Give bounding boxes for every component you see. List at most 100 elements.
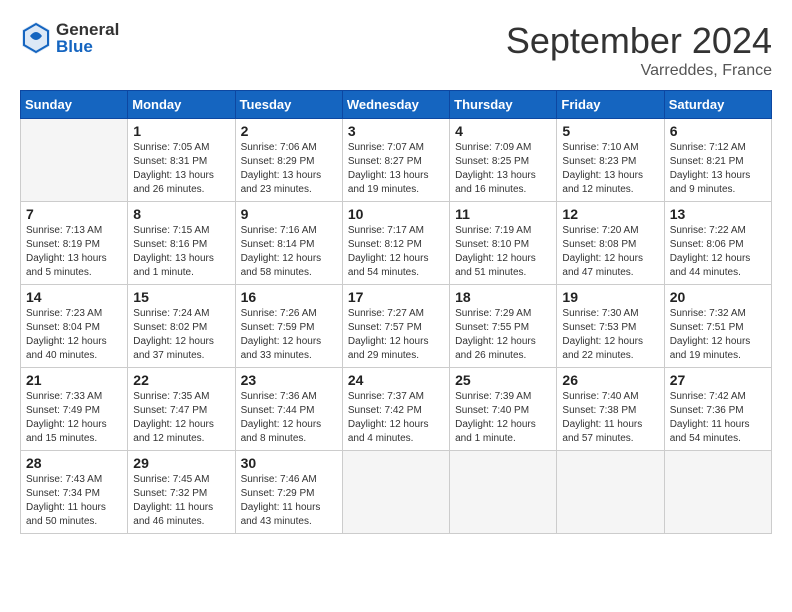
day-number: 18 [455,289,551,305]
calendar-day: 19Sunrise: 7:30 AM Sunset: 7:53 PM Dayli… [557,285,664,368]
calendar-day: 27 Sunrise: 7:42 AM Sunset: 7:36 PM Dayli… [664,368,771,451]
day-number: 21 [26,372,122,388]
calendar-day: 30 Sunrise: 7:46 AM Sunset: 7:29 PM Dayli… [235,451,342,534]
calendar-day: 1 Sunrise: 7:05 AM Sunset: 8:31 PM Daylig… [128,119,235,202]
weekday-header: Sunday [21,91,128,119]
calendar-day [664,451,771,534]
day-number: 12 [562,206,658,222]
calendar-day: 10 Sunrise: 7:17 AM Sunset: 8:12 PM Dayli… [342,202,449,285]
day-number: 4 [455,123,551,139]
day-info: Sunrise: 7:43 AM Sunset: 7:34 PM Dayligh… [26,473,122,529]
weekday-header: Monday [128,91,235,119]
day-info: Sunrise: 7:12 AM Sunset: 8:21 PM Dayligh… [670,141,766,197]
day-info: Sunrise: 7:07 AM Sunset: 8:27 PM Dayligh… [348,141,444,197]
calendar-day: 5 Sunrise: 7:10 AM Sunset: 8:23 PM Daylig… [557,119,664,202]
calendar-day: 18 Sunrise: 7:29 AM Sunset: 7:55 PM Dayli… [450,285,557,368]
day-number: 17 [348,289,444,305]
calendar-day: 17 Sunrise: 7:27 AM Sunset: 7:57 PM Dayli… [342,285,449,368]
day-number: 22 [133,372,229,388]
day-number: 26 [562,372,658,388]
day-info: Sunrise: 7:35 AM Sunset: 7:47 PM Dayligh… [133,390,229,446]
calendar-day: 25Sunrise: 7:39 AM Sunset: 7:40 PM Dayli… [450,368,557,451]
logo-blue: Blue [56,38,119,55]
calendar-body: 1 Sunrise: 7:05 AM Sunset: 8:31 PM Daylig… [21,119,772,534]
calendar-table: SundayMondayTuesdayWednesdayThursdayFrid… [20,90,772,534]
day-info: Sunrise: 7:22 AM Sunset: 8:06 PM Dayligh… [670,224,766,280]
day-number: 24 [348,372,444,388]
calendar-day: 26 Sunrise: 7:40 AM Sunset: 7:38 PM Dayli… [557,368,664,451]
day-number: 29 [133,455,229,471]
weekday-header: Thursday [450,91,557,119]
calendar-day: 2Sunrise: 7:06 AM Sunset: 8:29 PM Daylig… [235,119,342,202]
calendar-day: 20 Sunrise: 7:32 AM Sunset: 7:51 PM Dayli… [664,285,771,368]
day-info: Sunrise: 7:09 AM Sunset: 8:25 PM Dayligh… [455,141,551,197]
calendar-day [557,451,664,534]
day-info: Sunrise: 7:15 AM Sunset: 8:16 PM Dayligh… [133,224,229,280]
day-info: Sunrise: 7:40 AM Sunset: 7:38 PM Dayligh… [562,390,658,446]
calendar-day: 4 Sunrise: 7:09 AM Sunset: 8:25 PM Daylig… [450,119,557,202]
day-number: 3 [348,123,444,139]
day-info: Sunrise: 7:45 AM Sunset: 7:32 PM Dayligh… [133,473,229,529]
calendar-week-row: 28Sunrise: 7:43 AM Sunset: 7:34 PM Dayli… [21,451,772,534]
calendar-header: SundayMondayTuesdayWednesdayThursdayFrid… [21,91,772,119]
weekday-header: Wednesday [342,91,449,119]
calendar-day [450,451,557,534]
logo-icon [20,20,52,56]
day-info: Sunrise: 7:10 AM Sunset: 8:23 PM Dayligh… [562,141,658,197]
day-info: Sunrise: 7:27 AM Sunset: 7:57 PM Dayligh… [348,307,444,363]
calendar-week-row: 21Sunrise: 7:33 AM Sunset: 7:49 PM Dayli… [21,368,772,451]
weekday-header: Saturday [664,91,771,119]
calendar-week-row: 1 Sunrise: 7:05 AM Sunset: 8:31 PM Daylig… [21,119,772,202]
day-info: Sunrise: 7:46 AM Sunset: 7:29 PM Dayligh… [241,473,337,529]
calendar-day: 9Sunrise: 7:16 AM Sunset: 8:14 PM Daylig… [235,202,342,285]
calendar-day: 12Sunrise: 7:20 AM Sunset: 8:08 PM Dayli… [557,202,664,285]
day-info: Sunrise: 7:13 AM Sunset: 8:19 PM Dayligh… [26,224,122,280]
calendar-day: 28Sunrise: 7:43 AM Sunset: 7:34 PM Dayli… [21,451,128,534]
calendar-day: 16Sunrise: 7:26 AM Sunset: 7:59 PM Dayli… [235,285,342,368]
calendar-day: 21Sunrise: 7:33 AM Sunset: 7:49 PM Dayli… [21,368,128,451]
day-number: 27 [670,372,766,388]
calendar-day: 8 Sunrise: 7:15 AM Sunset: 8:16 PM Daylig… [128,202,235,285]
day-info: Sunrise: 7:26 AM Sunset: 7:59 PM Dayligh… [241,307,337,363]
logo: General Blue [20,20,119,56]
day-number: 6 [670,123,766,139]
calendar-day: 6 Sunrise: 7:12 AM Sunset: 8:21 PM Daylig… [664,119,771,202]
day-info: Sunrise: 7:06 AM Sunset: 8:29 PM Dayligh… [241,141,337,197]
day-info: Sunrise: 7:37 AM Sunset: 7:42 PM Dayligh… [348,390,444,446]
logo-general: General [56,21,119,38]
day-info: Sunrise: 7:42 AM Sunset: 7:36 PM Dayligh… [670,390,766,446]
calendar-week-row: 14Sunrise: 7:23 AM Sunset: 8:04 PM Dayli… [21,285,772,368]
day-number: 30 [241,455,337,471]
calendar-day: 22 Sunrise: 7:35 AM Sunset: 7:47 PM Dayli… [128,368,235,451]
calendar-day: 23Sunrise: 7:36 AM Sunset: 7:44 PM Dayli… [235,368,342,451]
day-number: 1 [133,123,229,139]
day-number: 11 [455,206,551,222]
day-info: Sunrise: 7:29 AM Sunset: 7:55 PM Dayligh… [455,307,551,363]
calendar-day: 24 Sunrise: 7:37 AM Sunset: 7:42 PM Dayli… [342,368,449,451]
calendar-day: 15Sunrise: 7:24 AM Sunset: 8:02 PM Dayli… [128,285,235,368]
day-info: Sunrise: 7:05 AM Sunset: 8:31 PM Dayligh… [133,141,229,197]
day-info: Sunrise: 7:19 AM Sunset: 8:10 PM Dayligh… [455,224,551,280]
day-number: 23 [241,372,337,388]
day-info: Sunrise: 7:16 AM Sunset: 8:14 PM Dayligh… [241,224,337,280]
day-number: 20 [670,289,766,305]
month-title: September 2024 [506,20,772,62]
day-number: 10 [348,206,444,222]
weekday-row: SundayMondayTuesdayWednesdayThursdayFrid… [21,91,772,119]
day-number: 25 [455,372,551,388]
page-header: General Blue September 2024 Varreddes, F… [20,20,772,80]
calendar-day: 7 Sunrise: 7:13 AM Sunset: 8:19 PM Daylig… [21,202,128,285]
day-number: 7 [26,206,122,222]
day-number: 14 [26,289,122,305]
day-number: 8 [133,206,229,222]
calendar-week-row: 7 Sunrise: 7:13 AM Sunset: 8:19 PM Daylig… [21,202,772,285]
day-number: 19 [562,289,658,305]
calendar-day [21,119,128,202]
day-number: 5 [562,123,658,139]
weekday-header: Tuesday [235,91,342,119]
calendar-day: 11 Sunrise: 7:19 AM Sunset: 8:10 PM Dayli… [450,202,557,285]
calendar-day: 29 Sunrise: 7:45 AM Sunset: 7:32 PM Dayli… [128,451,235,534]
day-info: Sunrise: 7:32 AM Sunset: 7:51 PM Dayligh… [670,307,766,363]
calendar-day: 13Sunrise: 7:22 AM Sunset: 8:06 PM Dayli… [664,202,771,285]
day-info: Sunrise: 7:17 AM Sunset: 8:12 PM Dayligh… [348,224,444,280]
